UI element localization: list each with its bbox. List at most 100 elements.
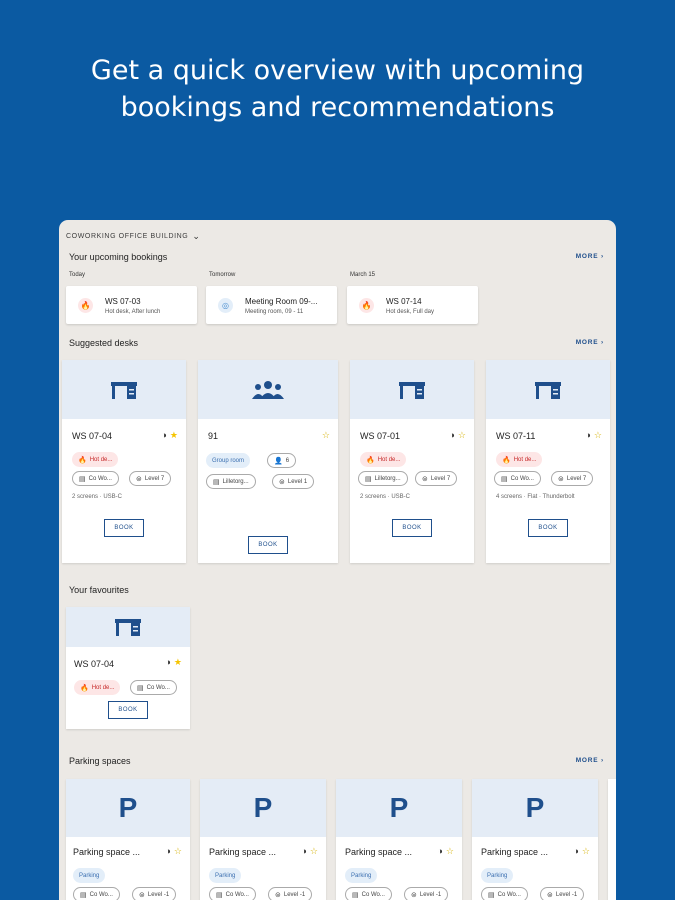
level-pill: ⊜ Level 7	[551, 471, 594, 486]
desk-name: WS 07-04	[72, 431, 113, 441]
document-icon: ▤	[213, 478, 220, 486]
level-pill: ⊜ Level -1	[132, 887, 177, 900]
globe-icon: ◎	[218, 298, 233, 313]
desk-card[interactable]: WS 07-01 ◑ ☆ 🔥 Hot de... ▤ Lilletorg... ⊜ Le…	[350, 360, 474, 563]
location-pill: ▤ Co Wo...	[345, 887, 392, 900]
location-pill: ▤ Co Wo...	[73, 887, 120, 900]
level-pill: ⊜ Level 7	[415, 471, 458, 486]
half-circle-icon: ◑	[165, 846, 171, 856]
tag-pill: Parking	[209, 868, 242, 883]
layers-icon: ⊜	[136, 475, 142, 483]
half-circle-icon: ◑	[585, 430, 591, 440]
app-panel: COWORKING OFFICE BUILDING ⌄ Your upcomin…	[59, 220, 616, 900]
parking-card-partial[interactable]	[608, 779, 616, 900]
book-button[interactable]: BOOK	[104, 519, 144, 537]
document-icon: ▤	[79, 475, 86, 483]
level-pill: ⊜ Level -1	[268, 887, 313, 900]
capacity-pill: 👤 6	[267, 453, 297, 468]
booking-detail: Hot desk, After lunch	[105, 309, 161, 315]
desk-icon	[66, 607, 190, 647]
building-selector[interactable]: COWORKING OFFICE BUILDING ⌄	[66, 231, 201, 242]
star-filled-icon[interactable]: ★	[170, 430, 178, 441]
parking-icon: P	[472, 779, 598, 837]
layers-icon: ⊜	[422, 475, 428, 483]
flame-icon: 🔥	[80, 684, 89, 692]
star-outline-icon[interactable]: ☆	[446, 846, 454, 857]
tag-pill: 🔥 Hot de...	[360, 452, 407, 467]
parking-title: Parking spaces	[69, 756, 131, 766]
favourite-card[interactable]: WS 07-04 ◑ ★ 🔥 Hot de... ▤ Co Wo... BOOK	[66, 607, 190, 729]
parking-name: Parking space ...	[345, 847, 413, 857]
star-outline-icon[interactable]: ☆	[174, 846, 182, 857]
headline: Get a quick overview with upcoming booki…	[0, 52, 675, 126]
desk-description: 4 screens · Flat · Thunderbolt	[496, 494, 575, 500]
booking-detail: Meeting room, 09 - 11	[245, 309, 304, 315]
booking-card[interactable]: 🔥 WS 07-14 Hot desk, Full day	[347, 286, 478, 324]
flame-icon: 🔥	[359, 298, 374, 313]
tag-pill: 🔥 Hot de...	[496, 452, 543, 467]
location-pill: ▤ Co Wo...	[209, 887, 256, 900]
document-icon: ▤	[365, 475, 372, 483]
tag-pill: Parking	[345, 868, 378, 883]
half-circle-icon: ◑	[573, 846, 579, 856]
building-name: COWORKING OFFICE BUILDING	[66, 233, 189, 240]
desk-description: 2 screens · USB-C	[72, 494, 123, 500]
level-pill: ⊜ Level -1	[404, 887, 449, 900]
headline-line-2: bookings and recommendations	[120, 92, 555, 123]
half-circle-icon: ◑	[449, 430, 455, 440]
booking-name: WS 07-14	[386, 297, 422, 306]
parking-icon: P	[336, 779, 462, 837]
book-button[interactable]: BOOK	[108, 701, 148, 719]
book-button[interactable]: BOOK	[528, 519, 568, 537]
star-outline-icon[interactable]: ☆	[594, 430, 602, 441]
desk-name: WS 07-11	[496, 431, 536, 441]
flame-icon: 🔥	[502, 456, 511, 464]
layers-icon: ⊜	[279, 478, 285, 486]
parking-more-link[interactable]: MORE ›	[576, 757, 604, 764]
star-outline-icon[interactable]: ☆	[310, 846, 318, 857]
half-circle-icon: ◑	[437, 846, 443, 856]
booking-day-label: March 15	[350, 272, 376, 278]
star-outline-icon[interactable]: ☆	[458, 430, 466, 441]
desk-name: WS 07-01	[360, 431, 401, 441]
tag-pill: 🔥 Hot de...	[72, 452, 119, 467]
flame-icon: 🔥	[78, 456, 87, 464]
parking-card[interactable]: P Parking space ... ◑ ☆ Parking ▤ Co Wo...…	[66, 779, 190, 900]
parking-card[interactable]: P Parking space ... ◑ ☆ Parking ▤ Co Wo...…	[200, 779, 326, 900]
star-outline-icon[interactable]: ☆	[322, 430, 330, 441]
location-pill: ▤ Co Wo...	[72, 471, 119, 486]
desk-card[interactable]: WS 07-11 ◑ ☆ 🔥 Hot de... ▤ Co Wo... ⊜ Level …	[486, 360, 610, 563]
book-button[interactable]: BOOK	[248, 536, 288, 554]
room-card[interactable]: 91 ☆ Group room 👤 6 ▤ Lilletorg... ⊜ Level …	[198, 360, 338, 563]
desk-icon	[350, 360, 474, 419]
upcoming-more-link[interactable]: MORE ›	[576, 253, 604, 260]
document-icon: ▤	[352, 891, 359, 899]
star-filled-icon[interactable]: ★	[174, 657, 182, 668]
parking-icon: P	[66, 779, 190, 837]
document-icon: ▤	[488, 891, 495, 899]
book-button[interactable]: BOOK	[392, 519, 432, 537]
booking-detail: Hot desk, Full day	[386, 309, 435, 315]
parking-name: Parking space ...	[209, 847, 277, 857]
level-pill: ⊜ Level -1	[540, 887, 585, 900]
booking-name: Meeting Room 09-...	[245, 297, 318, 306]
parking-card[interactable]: P Parking space ... ◑ ☆ Parking ▤ Co Wo...…	[472, 779, 598, 900]
location-pill: ▤ Lilletorg...	[206, 474, 256, 489]
booking-card[interactable]: 🔥 WS 07-03 Hot desk, After lunch	[66, 286, 197, 324]
desk-icon	[486, 360, 610, 419]
desk-description: 2 screens · USB-C	[360, 494, 411, 500]
favourites-title: Your favourites	[69, 585, 129, 595]
desk-card[interactable]: WS 07-04 ◑ ★ 🔥 Hot de... ▤ Co Wo... ⊜ Level …	[62, 360, 186, 563]
suggested-more-link[interactable]: MORE ›	[576, 339, 604, 346]
parking-card[interactable]: P Parking space ... ◑ ☆ Parking ▤ Co Wo...…	[336, 779, 462, 900]
document-icon: ▤	[137, 684, 144, 692]
chevron-down-icon: ⌄	[192, 231, 201, 241]
desk-icon	[62, 360, 186, 419]
tag-pill: Parking	[481, 868, 514, 883]
star-outline-icon[interactable]: ☆	[582, 846, 590, 857]
layers-icon: ⊜	[558, 475, 564, 483]
half-circle-icon: ◑	[301, 846, 307, 856]
location-pill: ▤ Co Wo...	[130, 680, 177, 695]
desk-name: WS 07-04	[74, 659, 115, 669]
booking-card[interactable]: ◎ Meeting Room 09-... Meeting room, 09 -…	[206, 286, 337, 324]
